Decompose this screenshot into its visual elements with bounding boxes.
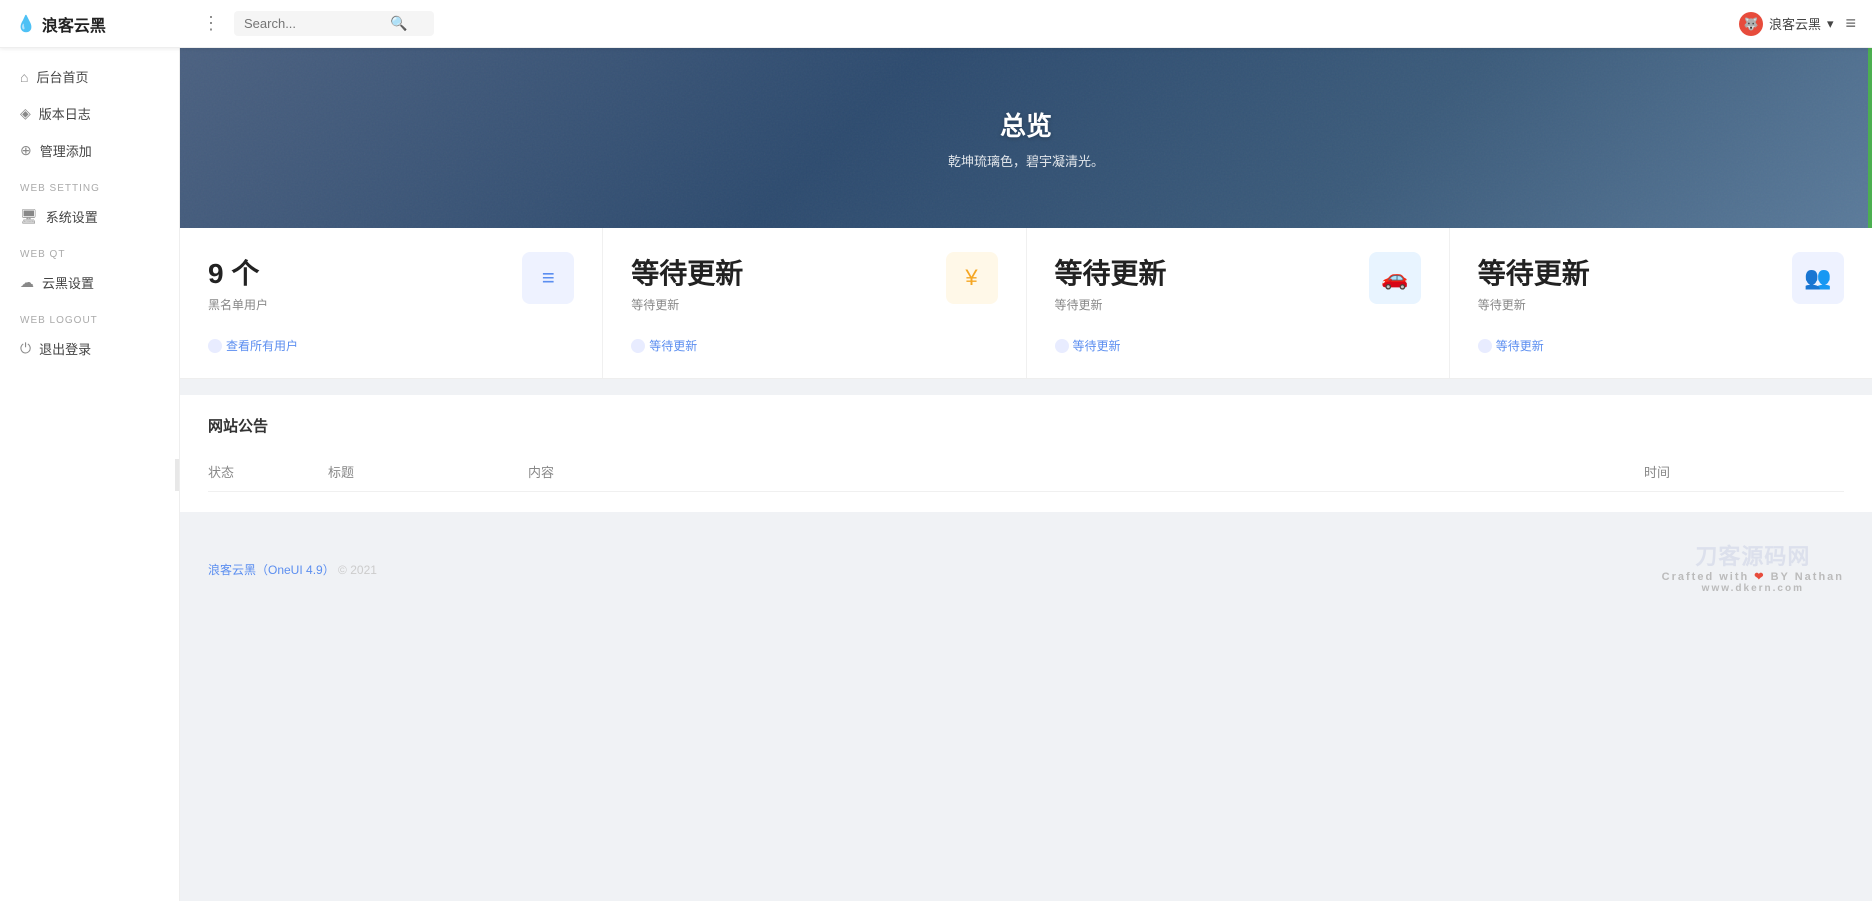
col-header-time: 时间 (1644, 452, 1844, 492)
stat-info: 等待更新 等待更新 等待更新 (1055, 252, 1167, 354)
sidebar: ⌂ 后台首页 ◈ 版本日志 ⊕ 管理添加 WEB SETTING 🖥 系统设置 … (0, 48, 180, 901)
footer-domain: www.dkern.com (1662, 583, 1844, 594)
sidebar-item-label: 系统设置 (46, 207, 98, 226)
sidebar-collapse-button[interactable]: ‹ (175, 459, 180, 491)
stat-label: 黑名单用户 (208, 296, 298, 313)
stat-info: 等待更新 等待更新 等待更新 (631, 252, 743, 354)
more-options-icon[interactable]: ⋮ (196, 13, 226, 34)
username-label: 浪客云黑 (1769, 14, 1821, 33)
sidebar-item-label: 云黑设置 (42, 273, 94, 292)
add-icon: ⊕ (20, 142, 32, 159)
col-header-content: 内容 (528, 452, 1644, 492)
stat-value: 9 个 (208, 252, 298, 292)
announcement-section: 网站公告 状态 标题 内容 时间 (180, 395, 1872, 512)
link-text: 等待更新 (649, 337, 697, 354)
stat-card-pending2: 等待更新 等待更新 等待更新 🚗 (1027, 228, 1450, 378)
stat-label: 等待更新 (631, 296, 743, 313)
main-footer: 浪客云黑（OneUI 4.9） © 2021 刀客源码网 Crafted wit… (180, 528, 1872, 610)
stat-card-blacklist: 9 个 黑名单用户 查看所有用户 ≡ (180, 228, 603, 378)
announce-table: 状态 标题 内容 时间 (208, 452, 1844, 492)
crafted-text: Crafted with (1662, 571, 1750, 583)
footer-year: © 2021 (338, 563, 377, 577)
col-header-title: 标题 (328, 452, 528, 492)
section-label-web-qt: WEB QT (0, 235, 179, 264)
stat-value: 等待更新 (1055, 252, 1167, 292)
stat-info: 等待更新 等待更新 等待更新 (1478, 252, 1590, 354)
section-label-web-setting: WEB SETTING (0, 169, 179, 198)
search-icon: 🔍 (390, 15, 407, 32)
dot-icon (631, 339, 645, 353)
top-header: 💧 浪客云黑 ⋮ 🔍 🐺 浪客云黑 ▾ ≡ (0, 0, 1872, 48)
link-text: 等待更新 (1496, 337, 1544, 354)
stat-label: 等待更新 (1055, 296, 1167, 313)
search-input[interactable] (244, 16, 384, 31)
author-text: BY Nathan (1771, 571, 1844, 583)
hero-subtitle: 乾坤琉璃色，碧宇凝清光。 (948, 151, 1104, 170)
logo-text: 浪客云黑 (42, 12, 106, 36)
stat-link[interactable]: 查看所有用户 (208, 337, 298, 354)
footer-watermark-area: 刀客源码网 Crafted with ❤ BY Nathan www.dkern… (1662, 544, 1844, 594)
monitor-icon: 🖥 (20, 208, 38, 225)
search-box[interactable]: 🔍 (234, 11, 434, 36)
avatar: 🐺 (1739, 12, 1763, 36)
stat-link[interactable]: 等待更新 (1055, 337, 1167, 354)
sidebar-item-label: 版本日志 (39, 104, 91, 123)
stat-info: 9 个 黑名单用户 查看所有用户 (208, 252, 298, 354)
footer-site: Crafted with ❤ BY Nathan (1662, 570, 1844, 583)
sidebar-item-label: 退出登录 (39, 339, 91, 358)
hero-title: 总览 (1000, 106, 1052, 143)
stat-icon-box: 🚗 (1369, 252, 1421, 304)
stat-icon-box: 👥 (1792, 252, 1844, 304)
home-icon: ⌂ (20, 69, 28, 85)
user-menu[interactable]: 🐺 浪客云黑 ▾ (1739, 12, 1834, 36)
dot-icon (1055, 339, 1069, 353)
dot-icon (208, 339, 222, 353)
changelog-icon: ◈ (20, 105, 31, 122)
sidebar-item-logout[interactable]: ⏻ 退出登录 (0, 330, 179, 367)
stat-link[interactable]: 等待更新 (1478, 337, 1590, 354)
footer-left: 浪客云黑（OneUI 4.9） © 2021 (208, 561, 377, 578)
watermark-text: 刀客源码网 (1662, 544, 1844, 570)
scroll-indicator (1868, 48, 1872, 228)
link-text: 查看所有用户 (226, 337, 298, 354)
announce-title: 网站公告 (208, 415, 1844, 436)
col-header-status: 状态 (208, 452, 328, 492)
logout-icon: ⏻ (20, 340, 31, 357)
dropdown-chevron-icon: ▾ (1827, 16, 1834, 32)
stats-row: 9 个 黑名单用户 查看所有用户 ≡ 等待更新 等待更新 等待更新 (180, 228, 1872, 379)
logo: 💧 浪客云黑 (16, 12, 196, 36)
stat-link[interactable]: 等待更新 (631, 337, 743, 354)
heart-icon: ❤ (1754, 571, 1770, 583)
link-text: 等待更新 (1073, 337, 1121, 354)
stat-card-pending3: 等待更新 等待更新 等待更新 👥 (1450, 228, 1872, 378)
logo-icon: 💧 (16, 14, 36, 34)
hero-banner: 总览 乾坤琉璃色，碧宇凝清光。 (180, 48, 1872, 228)
dot-icon (1478, 339, 1492, 353)
stat-icon-box: ≡ (522, 252, 574, 304)
sidebar-item-changelog[interactable]: ◈ 版本日志 (0, 95, 179, 132)
sidebar-item-label: 后台首页 (36, 67, 88, 86)
cloud-icon: ☁ (20, 274, 34, 291)
stat-label: 等待更新 (1478, 296, 1590, 313)
stat-card-pending1: 等待更新 等待更新 等待更新 ¥ (603, 228, 1026, 378)
stat-icon-box: ¥ (946, 252, 998, 304)
sidebar-item-system-settings[interactable]: 🖥 系统设置 (0, 198, 179, 235)
hamburger-icon[interactable]: ≡ (1845, 13, 1856, 34)
sidebar-item-label: 管理添加 (40, 141, 92, 160)
stat-value: 等待更新 (631, 252, 743, 292)
sidebar-item-cloud-settings[interactable]: ☁ 云黑设置 (0, 264, 179, 301)
sidebar-item-dashboard[interactable]: ⌂ 后台首页 (0, 58, 179, 95)
section-label-web-logout: WEB LOGOUT (0, 301, 179, 330)
stat-value: 等待更新 (1478, 252, 1590, 292)
sidebar-item-add-admin[interactable]: ⊕ 管理添加 (0, 132, 179, 169)
header-center: ⋮ 🔍 (196, 11, 1739, 36)
main-content: 总览 乾坤琉璃色，碧宇凝清光。 9 个 黑名单用户 查看所有用户 ≡ (180, 48, 1872, 901)
footer-brand-link[interactable]: 浪客云黑（OneUI 4.9） (208, 563, 335, 577)
header-right: 🐺 浪客云黑 ▾ ≡ (1739, 12, 1856, 36)
